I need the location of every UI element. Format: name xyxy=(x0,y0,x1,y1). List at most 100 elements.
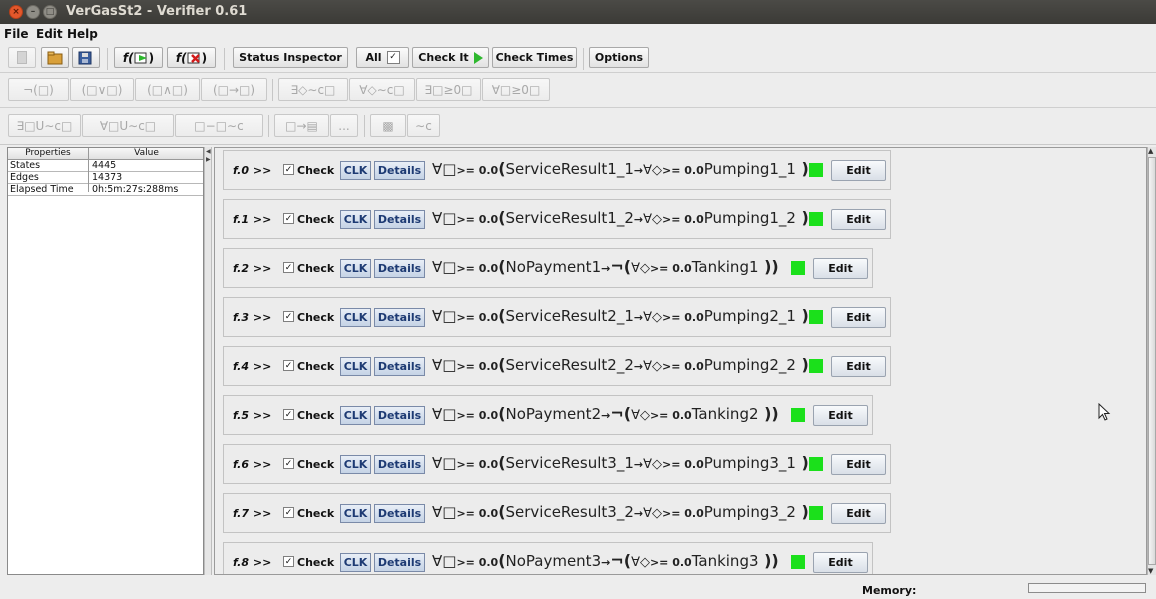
details-button[interactable]: Details xyxy=(374,161,425,180)
new-file-button[interactable] xyxy=(8,47,36,68)
formula-expression: ∀□>= 0.0(NoPayment3→¬(∀◇>= 0.0Tanking3 )… xyxy=(432,551,779,570)
time-bound: >= 0.0 xyxy=(661,213,704,226)
details-button[interactable]: Details xyxy=(374,504,425,523)
op-more-button[interactable]: ... xyxy=(330,114,358,137)
properties-column-header[interactable]: Properties xyxy=(8,148,88,158)
time-bound: >= 0.0 xyxy=(661,458,704,471)
property-name: Edges xyxy=(10,172,39,183)
check-checkbox[interactable]: ✓ xyxy=(283,409,294,420)
details-button[interactable]: Details xyxy=(374,553,425,572)
split-pane-divider[interactable]: ◀ ▶ xyxy=(204,147,212,575)
op-or-button[interactable]: (□∨□) xyxy=(70,78,134,101)
edit-button[interactable]: Edit xyxy=(813,552,868,573)
remove-formula-button[interactable]: f( ) xyxy=(167,47,216,68)
check-it-button[interactable]: Check It xyxy=(412,47,489,68)
op-constraint-button[interactable]: ∼c xyxy=(407,114,440,137)
details-button[interactable]: Details xyxy=(374,357,425,376)
op-imply-button[interactable]: (□→□) xyxy=(201,78,267,101)
op-forall-always-button[interactable]: ∀□≥0□ xyxy=(482,78,550,101)
formula-list-scrollbar[interactable]: ▲ ▼ xyxy=(1147,147,1156,575)
memory-progress-bar xyxy=(1028,583,1146,593)
value-column-header[interactable]: Value xyxy=(89,148,204,158)
check-checkbox[interactable]: ✓ xyxy=(283,311,294,322)
edit-button[interactable]: Edit xyxy=(831,209,886,230)
check-checkbox[interactable]: ✓ xyxy=(283,164,294,175)
formula-row: f.3 >> ✓ Check CLK Details ∀□>= 0.0(ServiceRe… xyxy=(223,297,891,337)
status-indicator xyxy=(791,408,805,422)
check-checkbox[interactable]: ✓ xyxy=(283,360,294,371)
table-row[interactable]: Edges 14373 xyxy=(8,172,203,184)
options-button[interactable]: Options xyxy=(589,47,649,68)
open-paren: ( xyxy=(498,453,506,472)
details-button[interactable]: Details xyxy=(374,308,425,327)
implies-operator: → xyxy=(601,262,611,275)
formula-left-atom: ServiceResult2_2 xyxy=(505,356,634,374)
menu-edit[interactable]: Edit xyxy=(36,27,63,41)
details-button[interactable]: Details xyxy=(374,259,425,278)
edit-button[interactable]: Edit xyxy=(831,503,886,524)
op-clear-button[interactable]: ▩ xyxy=(370,114,406,137)
table-row[interactable]: States 4445 xyxy=(8,160,203,172)
forall-eventually-operator: ∀◇ xyxy=(643,457,662,472)
op-forall-until-button[interactable]: ∀□U∼c□ xyxy=(82,114,174,137)
remove-formula-icon xyxy=(187,52,200,63)
menu-file[interactable]: File xyxy=(4,27,29,41)
details-button[interactable]: Details xyxy=(374,210,425,229)
check-times-button[interactable]: Check Times xyxy=(492,47,577,68)
forall-always-operator: ∀□ xyxy=(432,307,457,325)
formula-left-atom: NoPayment2 xyxy=(505,405,602,423)
table-row[interactable]: Elapsed Time 0h:5m:27s:288ms xyxy=(8,184,203,196)
clk-button[interactable]: CLK xyxy=(340,504,371,523)
op-exists-until-button[interactable]: ∃□U∼c□ xyxy=(8,114,81,137)
edit-button[interactable]: Edit xyxy=(831,160,886,181)
forall-eventually-operator: ∀◇ xyxy=(643,506,662,521)
status-inspector-button[interactable]: Status Inspector xyxy=(233,47,348,68)
open-file-button[interactable] xyxy=(41,47,69,68)
op-exists-eventually-button[interactable]: ∃◇∼c□ xyxy=(278,78,348,101)
clk-button[interactable]: CLK xyxy=(340,357,371,376)
check-checkbox[interactable]: ✓ xyxy=(283,556,294,567)
edit-button[interactable]: Edit xyxy=(831,454,886,475)
edit-button[interactable]: Edit xyxy=(831,307,886,328)
menu-help[interactable]: Help xyxy=(67,27,98,41)
op-diff-button[interactable]: □−□∼c xyxy=(175,114,263,137)
formula-left-atom: NoPayment3 xyxy=(505,552,602,570)
clk-button[interactable]: CLK xyxy=(340,308,371,327)
scroll-up-icon[interactable]: ▲ xyxy=(1148,147,1153,155)
check-checkbox[interactable]: ✓ xyxy=(283,458,294,469)
close-window-button[interactable]: × xyxy=(9,5,23,19)
clk-button[interactable]: CLK xyxy=(340,553,371,572)
new-file-icon xyxy=(17,51,27,64)
edit-button[interactable]: Edit xyxy=(813,258,868,279)
op-and-button[interactable]: (□∧□) xyxy=(135,78,200,101)
clk-button[interactable]: CLK xyxy=(340,406,371,425)
collapse-left-icon[interactable]: ◀ xyxy=(206,149,211,155)
edit-button[interactable]: Edit xyxy=(813,405,868,426)
op-forall-eventually-button[interactable]: ∀◇∼c□ xyxy=(349,78,415,101)
all-toggle-button[interactable]: All ✓ xyxy=(356,47,409,68)
formula-expression: ∀□>= 0.0(ServiceResult2_2→∀◇>= 0.0Pumpin… xyxy=(432,355,809,374)
details-button[interactable]: Details xyxy=(374,406,425,425)
op-exists-always-button[interactable]: ∃□≥0□ xyxy=(416,78,481,101)
save-button[interactable] xyxy=(72,47,100,68)
negation-operator: ¬ xyxy=(610,551,624,570)
clk-button[interactable]: CLK xyxy=(340,259,371,278)
scrollbar-thumb[interactable] xyxy=(1148,157,1156,565)
add-formula-button[interactable]: f( ) xyxy=(114,47,163,68)
negation-operator: ¬ xyxy=(610,404,624,423)
check-checkbox[interactable]: ✓ xyxy=(283,262,294,273)
clk-button[interactable]: CLK xyxy=(340,161,371,180)
scroll-down-icon[interactable]: ▼ xyxy=(1148,567,1153,575)
clk-button[interactable]: CLK xyxy=(340,455,371,474)
details-button[interactable]: Details xyxy=(374,455,425,474)
check-checkbox[interactable]: ✓ xyxy=(283,213,294,224)
formula-id: f.1 >> xyxy=(233,213,272,226)
expand-right-icon[interactable]: ▶ xyxy=(206,157,211,163)
edit-button[interactable]: Edit xyxy=(831,356,886,377)
op-assign-button[interactable]: □→▤ xyxy=(274,114,329,137)
op-not-button[interactable]: ¬(□) xyxy=(8,78,69,101)
check-checkbox[interactable]: ✓ xyxy=(283,507,294,518)
maximize-window-button[interactable]: □ xyxy=(43,5,57,19)
clk-button[interactable]: CLK xyxy=(340,210,371,229)
minimize-window-button[interactable]: – xyxy=(26,5,40,19)
